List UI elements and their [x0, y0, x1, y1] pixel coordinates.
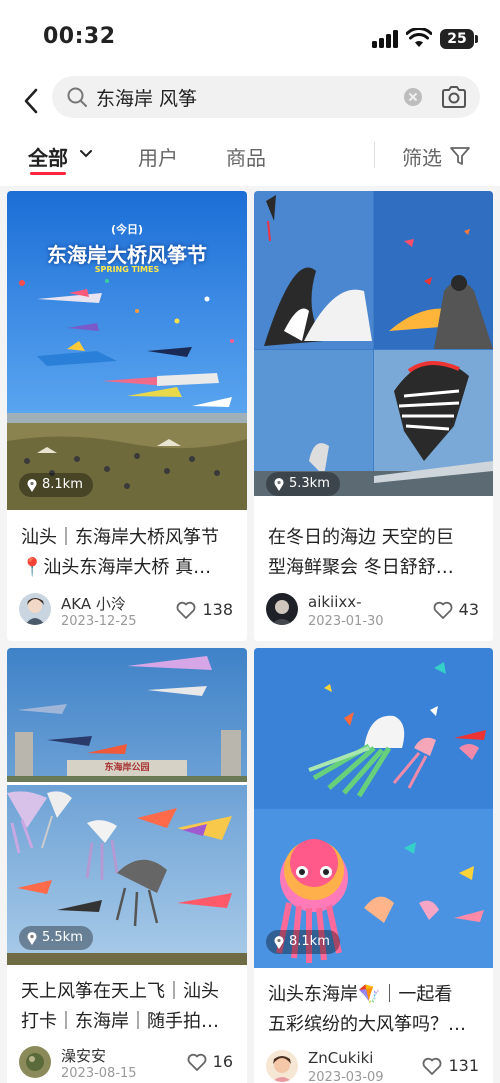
chevron-down-icon[interactable] — [80, 148, 92, 160]
like-button[interactable]: 138 — [176, 600, 233, 619]
note-title-line: 五彩缤纷的大风筝吗？… — [268, 1014, 466, 1035]
note-title-line: 打卡｜东海岸｜随手拍… — [21, 1011, 219, 1032]
search-input[interactable]: 东海岸 风筝 — [52, 76, 480, 118]
note-card[interactable]: (今日) 东海岸大桥风筝节 SPRING TIMES 8.1km 汕头｜东海岸大… — [7, 191, 247, 641]
note-title[interactable]: 在冬日的海边 天空的巨 型海鲜聚会 冬日舒舒… — [268, 523, 481, 583]
cover-subtitle: SPRING TIMES — [94, 265, 160, 274]
like-count: 138 — [202, 600, 233, 619]
like-button[interactable]: 16 — [187, 1052, 233, 1071]
note-title[interactable]: 天上风筝在天上飞｜汕头 打卡｜东海岸｜随手拍… — [21, 977, 235, 1037]
note-title[interactable]: 汕头｜东海岸大桥风筝节 📍汕头东海岸大桥 真… — [21, 523, 235, 583]
wifi-icon — [406, 28, 432, 47]
tab-all[interactable]: 全部 — [28, 142, 68, 171]
like-button[interactable]: 43 — [433, 600, 479, 619]
heart-icon — [423, 1057, 442, 1075]
distance-badge: 5.5km — [19, 926, 93, 950]
distance-text: 5.5km — [42, 930, 83, 945]
like-button[interactable]: 131 — [422, 1056, 479, 1075]
tab-divider — [374, 142, 375, 168]
note-cover-image[interactable]: (今日) 东海岸大桥风筝节 SPRING TIMES 8.1km — [7, 191, 247, 510]
search-icon — [67, 87, 87, 107]
note-title-line: 汕头｜东海岸大桥风筝节 — [21, 527, 219, 548]
status-bar: 00:32 25 — [0, 0, 500, 74]
park-sign: 东海岸公园 — [104, 763, 150, 773]
like-count: 131 — [448, 1056, 479, 1075]
cellular-signal-icon — [372, 30, 400, 48]
like-count: 16 — [212, 1052, 233, 1071]
note-title-line: 在冬日的海边 天空的巨 — [268, 527, 454, 548]
note-title[interactable]: 汕头东海岸🪁｜一起看 五彩缤纷的大风筝吗？… — [268, 980, 481, 1040]
location-pin-icon — [274, 935, 284, 949]
battery-tip — [475, 35, 478, 43]
distance-badge: 8.1km — [19, 473, 93, 497]
note-card[interactable]: 8.1km 汕头东海岸🪁｜一起看 五彩缤纷的大风筝吗？… ZnCukiki 20… — [254, 648, 493, 1083]
active-tab-indicator — [30, 172, 66, 175]
camera-search-icon[interactable] — [440, 84, 468, 110]
search-query-text: 东海岸 风筝 — [96, 88, 198, 110]
note-cover-image[interactable]: 8.1km — [254, 648, 493, 968]
author-name[interactable]: aikiixx- — [308, 593, 362, 611]
clear-search-button[interactable] — [404, 88, 422, 106]
back-button[interactable] — [18, 84, 44, 118]
battery-icon: 25 — [440, 29, 474, 49]
like-count: 43 — [458, 600, 479, 619]
cover-title: 东海岸大桥风筝节 — [47, 243, 207, 267]
location-pin-icon — [274, 477, 284, 491]
note-card[interactable]: 东海岸公园 5.5km 天上风筝在天上飞｜汕头 打卡｜东海岸｜随手拍… 澡安安 … — [7, 648, 247, 1083]
location-pin-icon — [27, 931, 37, 945]
post-date: 2023-08-15 — [61, 1066, 137, 1081]
avatar[interactable] — [19, 1046, 51, 1078]
filter-icon[interactable] — [449, 145, 471, 167]
note-cover-image[interactable]: 5.3km — [254, 191, 493, 496]
post-date: 2023-12-25 — [61, 614, 137, 629]
avatar[interactable] — [266, 593, 298, 625]
chevron-left-icon — [24, 88, 38, 114]
heart-icon — [177, 601, 196, 619]
search-header: 东海岸 风筝 — [0, 74, 500, 132]
author-name[interactable]: ZnCukiki — [308, 1049, 373, 1067]
location-pin-icon — [27, 478, 37, 492]
note-title-line: 型海鲜聚会 冬日舒舒… — [268, 557, 454, 578]
post-date: 2023-03-09 — [308, 1070, 384, 1083]
avatar[interactable] — [266, 1050, 298, 1082]
distance-badge: 8.1km — [266, 930, 340, 954]
distance-text: 8.1km — [289, 934, 330, 949]
result-tabs: 全部 用户 商品 筛选 — [0, 132, 500, 186]
distance-text: 8.1km — [42, 477, 83, 492]
note-card[interactable]: 5.3km 在冬日的海边 天空的巨 型海鲜聚会 冬日舒舒… aikiixx- 2… — [254, 191, 493, 641]
note-cover-image[interactable]: 东海岸公园 5.5km — [7, 648, 247, 965]
cover-tag: (今日) — [110, 223, 144, 236]
note-title-line: 汕头东海岸🪁｜一起看 — [268, 984, 453, 1005]
post-date: 2023-01-30 — [308, 614, 384, 629]
note-title-line: 📍汕头东海岸大桥 真… — [21, 557, 212, 578]
avatar[interactable] — [19, 593, 51, 625]
note-title-line: 天上风筝在天上飞｜汕头 — [21, 981, 219, 1002]
search-results-page: 00:32 25 东海岸 风筝 全部 用户 商品 筛选 (今日) 东海岸大桥风筝… — [0, 0, 500, 1083]
distance-badge: 5.3km — [266, 472, 340, 496]
author-name[interactable]: 澡安安 — [61, 1045, 106, 1066]
heart-icon — [187, 1053, 207, 1071]
tab-users[interactable]: 用户 — [138, 142, 178, 171]
heart-icon — [433, 601, 453, 619]
filter-button[interactable]: 筛选 — [402, 142, 442, 171]
author-name[interactable]: AKA 小泠 — [61, 593, 126, 614]
status-time: 00:32 — [43, 24, 116, 49]
tab-goods[interactable]: 商品 — [226, 142, 266, 171]
distance-text: 5.3km — [289, 476, 330, 491]
